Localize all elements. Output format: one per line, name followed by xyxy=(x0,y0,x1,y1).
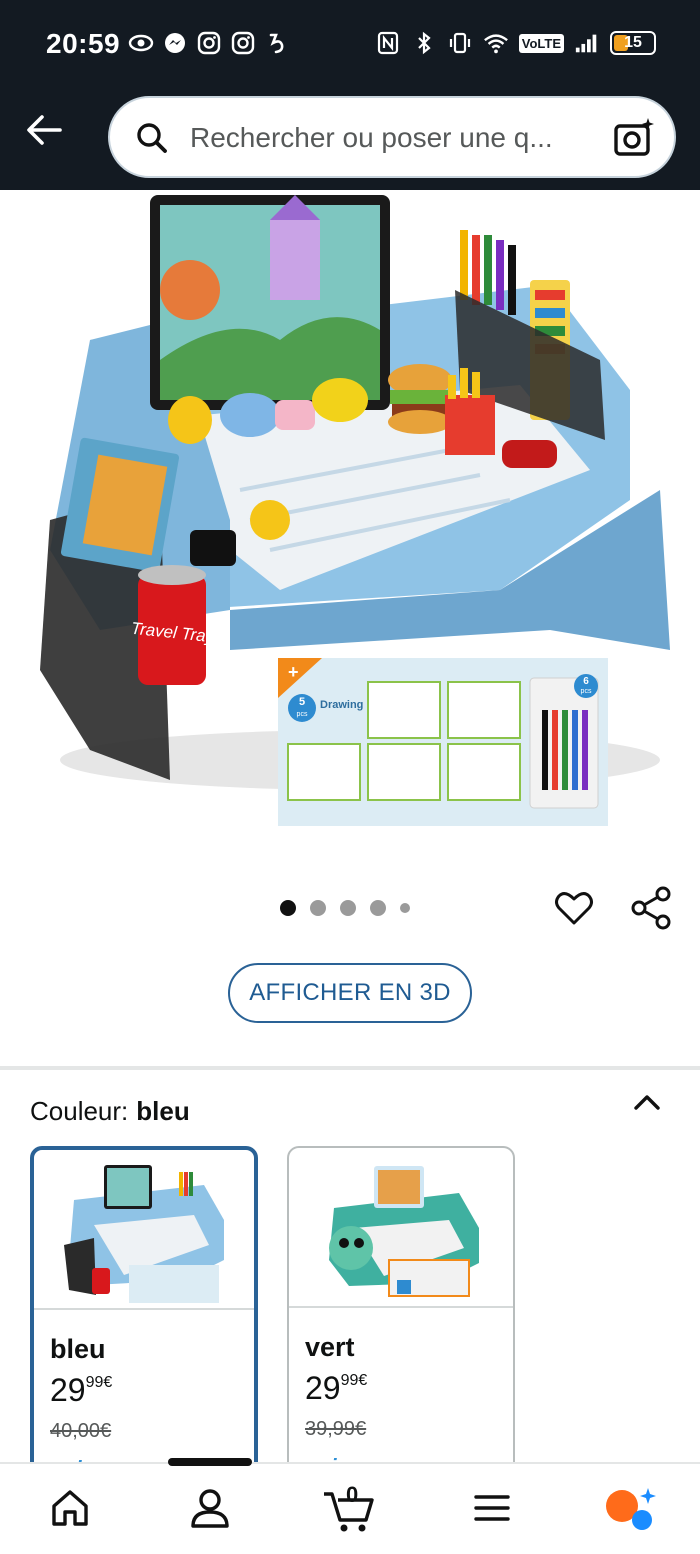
search-icon xyxy=(134,120,170,156)
drawing-pcs-unit: pcs xyxy=(297,711,308,718)
carousel-dot[interactable] xyxy=(400,903,410,913)
price-currency: € xyxy=(103,1374,113,1391)
camera-search-icon[interactable] xyxy=(612,116,656,160)
carousel-dot[interactable] xyxy=(280,900,296,916)
price-whole: 29 xyxy=(305,1370,341,1406)
battery-icon: 15 xyxy=(610,31,656,55)
color-selector-label: Couleur: bleu xyxy=(30,1096,190,1127)
battery-level: 15 xyxy=(624,34,642,51)
top-search-bar: Rechercher ou poser une q... xyxy=(0,88,700,190)
nfc-icon xyxy=(375,30,401,56)
carousel-dot[interactable] xyxy=(310,900,326,916)
chevron-up-icon[interactable] xyxy=(632,1090,662,1114)
bottom-navigation: 0 xyxy=(0,1458,700,1554)
variant-name: vert xyxy=(305,1332,355,1362)
account-icon[interactable] xyxy=(188,1486,232,1530)
search-placeholder: Rechercher ou poser une q... xyxy=(190,122,553,153)
price-whole: 29 xyxy=(50,1372,86,1408)
notification-icons xyxy=(128,30,290,56)
instagram-icon xyxy=(230,30,256,56)
wishlist-heart-icon[interactable] xyxy=(554,888,594,928)
cart-count: 0 xyxy=(346,1482,359,1507)
carousel-dots[interactable] xyxy=(280,900,410,916)
variant-thumbnail xyxy=(289,1148,513,1308)
menu-icon[interactable] xyxy=(470,1486,514,1530)
eye-icon xyxy=(128,30,154,56)
instagram-icon xyxy=(196,30,222,56)
variant-price: 2999€ xyxy=(50,1372,112,1409)
rufus-icon[interactable] xyxy=(604,1486,656,1530)
messenger-icon xyxy=(162,30,188,56)
app-icon xyxy=(264,30,290,56)
product-image[interactable]: Travel Tray + 5 pcs Drawing Papers 6 pcs xyxy=(30,190,670,830)
vibrate-icon xyxy=(447,30,473,56)
carousel-dot[interactable] xyxy=(340,900,356,916)
variant-old-price: 40,00€ xyxy=(50,1420,112,1442)
view-3d-button[interactable]: AFFICHER EN 3D xyxy=(228,963,472,1023)
home-icon[interactable] xyxy=(48,1486,92,1530)
variant-old-price: 39,99€ xyxy=(305,1418,367,1440)
signal-icon xyxy=(574,30,600,56)
system-icons: VoLTE 15 xyxy=(375,30,656,56)
price-currency: € xyxy=(358,1372,368,1389)
variant-price: 2999€ xyxy=(305,1370,367,1407)
drawing-pcs-count: 5 xyxy=(299,696,305,708)
price-fraction: 99 xyxy=(85,1374,104,1391)
variant-card-vert[interactable]: vert 2999€ 39,99€ prime xyxy=(287,1146,515,1486)
section-divider xyxy=(0,1066,700,1070)
variant-card-bleu[interactable]: bleu 2999€ 40,00€ prime xyxy=(30,1146,258,1486)
wifi-icon xyxy=(483,30,509,56)
price-fraction: 99 xyxy=(340,1372,359,1389)
inset-plus: + xyxy=(288,662,299,682)
carousel-dot[interactable] xyxy=(370,900,386,916)
share-icon[interactable] xyxy=(630,886,672,930)
status-bar: 20:59 VoLTE 15 xyxy=(0,0,700,88)
status-time: 20:59 xyxy=(46,28,121,59)
bluetooth-icon xyxy=(411,30,437,56)
markers-pcs-unit: pcs xyxy=(581,688,592,695)
variant-thumbnail xyxy=(34,1150,254,1310)
color-label: Couleur: xyxy=(30,1096,129,1126)
variant-name: bleu xyxy=(50,1334,106,1364)
nav-active-indicator xyxy=(168,1458,252,1466)
volte-badge: VoLTE xyxy=(518,33,564,53)
color-selected-value: bleu xyxy=(136,1096,190,1126)
search-input[interactable]: Rechercher ou poser une q... xyxy=(108,96,676,178)
cart-icon[interactable]: 0 xyxy=(322,1482,378,1532)
back-arrow-icon[interactable] xyxy=(22,108,66,152)
markers-pcs-count: 6 xyxy=(583,676,589,687)
